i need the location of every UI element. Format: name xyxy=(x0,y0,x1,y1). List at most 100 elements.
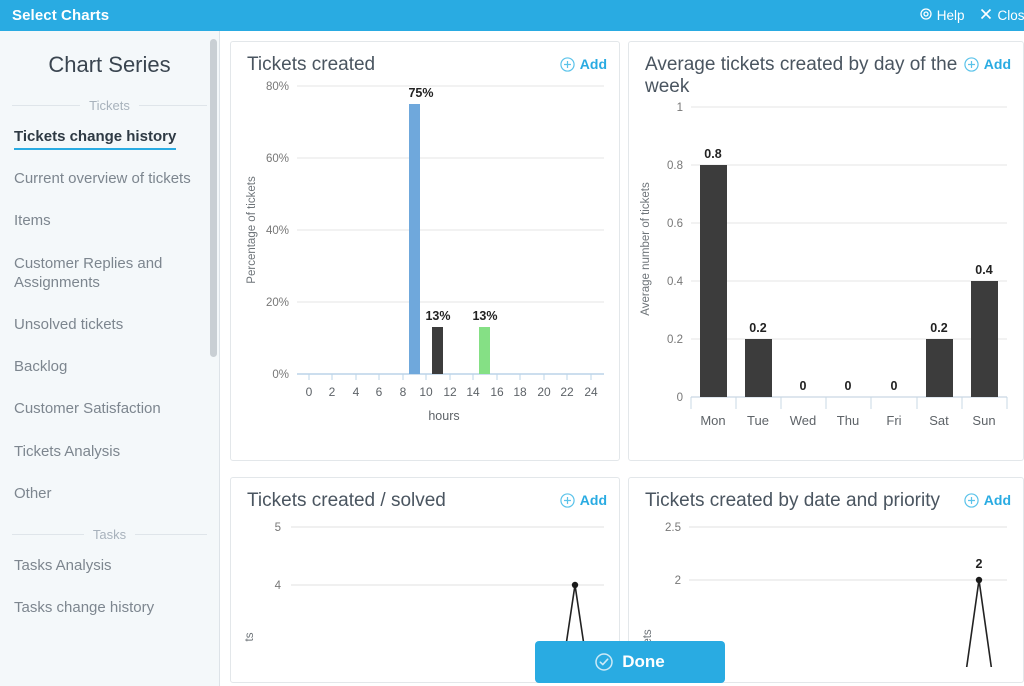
close-button[interactable]: Close xyxy=(980,8,1024,23)
svg-text:40%: 40% xyxy=(266,225,289,237)
add-chart-button[interactable]: Add xyxy=(560,490,607,508)
charts-grid: Tickets created Add 80% 60% 40% 20% 0% P… xyxy=(220,31,1024,683)
card-title: Tickets created xyxy=(247,54,376,75)
gridlines xyxy=(297,85,604,303)
sidebar-item-customer-satisfaction[interactable]: Customer Satisfaction xyxy=(0,399,219,418)
add-chart-label: Add xyxy=(579,56,607,72)
add-chart-label: Add xyxy=(579,492,607,508)
svg-text:0: 0 xyxy=(677,392,683,404)
page-title: Select Charts xyxy=(12,7,110,24)
sidebar-item-label: Current overview of tickets xyxy=(14,170,191,188)
sidebar-item-tasks-analysis[interactable]: Tasks Analysis xyxy=(0,556,219,575)
svg-text:0.4: 0.4 xyxy=(975,263,992,277)
bar-chart-svg: 80% 60% 40% 20% 0% Percentage of tickets xyxy=(246,81,604,423)
x-tick-labels: 0 2 4 6 8 10 12 14 16 18 20 22 24 xyxy=(306,385,598,399)
svg-text:0.8: 0.8 xyxy=(704,147,721,161)
sidebar-item-backlog[interactable]: Backlog xyxy=(0,357,219,376)
data-point-label: 2 xyxy=(976,557,983,571)
y-axis-label: Average number of tickets xyxy=(640,182,652,316)
bar-hour-11[interactable] xyxy=(432,327,443,375)
plus-circle-icon xyxy=(964,492,979,508)
svg-text:6: 6 xyxy=(376,385,383,399)
sidebar-item-items[interactable]: Items xyxy=(0,211,219,230)
sidebar-item-tasks-change-history[interactable]: Tasks change history xyxy=(0,598,219,617)
svg-text:1: 1 xyxy=(677,102,683,114)
titlebar-actions: Help Close xyxy=(920,0,1024,31)
plus-circle-icon xyxy=(560,492,575,508)
add-chart-button[interactable]: Add xyxy=(964,490,1011,508)
sidebar-item-label: Other xyxy=(14,484,52,502)
svg-text:22: 22 xyxy=(560,385,574,399)
sidebar-item-customer-replies-and-assignments[interactable]: Customer Replies and Assignments xyxy=(0,254,219,292)
sidebar: Chart Series Tickets Tickets change hist… xyxy=(0,31,220,686)
sidebar-item-tickets-analysis[interactable]: Tickets Analysis xyxy=(0,442,219,461)
sidebar-scrollbar-thumb[interactable] xyxy=(210,39,217,357)
y-tick-labels: 80% 60% 40% 20% 0% xyxy=(266,81,289,381)
bar-sat[interactable] xyxy=(926,338,953,397)
svg-text:4: 4 xyxy=(353,385,360,399)
sidebar-group-header-tasks: Tasks xyxy=(0,527,219,542)
add-chart-button[interactable]: Add xyxy=(560,54,607,72)
y-axis-label-clipped: ts xyxy=(244,633,256,642)
svg-text:Mon: Mon xyxy=(700,413,725,428)
sidebar-item-label: Customer Replies and Assignments xyxy=(14,254,163,291)
divider-line-left xyxy=(12,105,81,106)
life-ring-icon xyxy=(920,8,932,23)
bar-hour-9[interactable] xyxy=(409,104,420,375)
sidebar-title: Chart Series xyxy=(48,52,171,77)
svg-text:10: 10 xyxy=(419,385,433,399)
chart-card-tickets-created[interactable]: Tickets created Add 80% 60% 40% 20% 0% P… xyxy=(230,41,620,461)
divider-line-right xyxy=(138,105,208,106)
bar-sun[interactable] xyxy=(971,280,998,397)
bar-hour-15[interactable] xyxy=(479,327,490,375)
svg-text:0: 0 xyxy=(306,385,313,399)
svg-text:0.2: 0.2 xyxy=(749,321,766,335)
gridlines xyxy=(689,526,1007,581)
chart-plot-average-tickets-by-day: 1 0.8 0.6 0.4 0.2 0 Average number of ti… xyxy=(629,99,1023,449)
sidebar-item-label: Customer Satisfaction xyxy=(14,400,161,418)
svg-text:14: 14 xyxy=(466,385,480,399)
plus-circle-icon xyxy=(964,56,979,72)
data-point-marker[interactable] xyxy=(571,582,579,589)
sidebar-item-other[interactable]: Other xyxy=(0,484,219,503)
sidebar-item-label: Unsolved tickets xyxy=(14,315,124,333)
sidebar-item-current-overview-of-tickets[interactable]: Current overview of tickets xyxy=(0,169,219,188)
help-button[interactable]: Help xyxy=(920,8,964,23)
card-header: Average tickets created by day of the we… xyxy=(629,42,1023,99)
sidebar-item-label: Tickets Analysis xyxy=(14,442,121,460)
sidebar-group-label: Tickets xyxy=(89,98,130,113)
svg-text:80%: 80% xyxy=(266,81,289,93)
svg-text:0.2: 0.2 xyxy=(930,321,947,335)
svg-text:4: 4 xyxy=(275,580,282,592)
add-chart-label: Add xyxy=(983,492,1011,508)
svg-text:5: 5 xyxy=(275,522,281,534)
svg-text:0: 0 xyxy=(800,379,807,393)
done-button[interactable]: Done xyxy=(535,641,725,683)
chart-plot-tickets-created: 80% 60% 40% 20% 0% Percentage of tickets xyxy=(231,76,619,448)
bar-tue[interactable] xyxy=(745,338,772,397)
svg-text:Sun: Sun xyxy=(972,413,995,428)
x-axis-label: hours xyxy=(428,409,459,423)
data-point-marker[interactable] xyxy=(975,577,983,584)
plus-circle-icon xyxy=(560,56,575,72)
y-tick-labels: 1 0.8 0.6 0.4 0.2 0 xyxy=(667,102,684,404)
sidebar-scrollbar[interactable] xyxy=(210,31,217,686)
gridlines xyxy=(691,106,1007,340)
add-chart-button[interactable]: Add xyxy=(964,54,1011,72)
svg-text:60%: 60% xyxy=(266,153,289,165)
svg-text:20%: 20% xyxy=(266,297,289,309)
card-title: Tickets created by date and priority xyxy=(645,490,940,511)
series-line-tickets[interactable] xyxy=(689,580,1007,668)
chart-card-average-tickets-by-day[interactable]: Average tickets created by day of the we… xyxy=(628,41,1024,461)
svg-text:20: 20 xyxy=(537,385,551,399)
category-tick-marks xyxy=(690,396,1008,409)
sidebar-item-label: Tickets change history xyxy=(14,128,177,150)
svg-text:18: 18 xyxy=(513,385,527,399)
sidebar-item-label: Backlog xyxy=(14,358,68,376)
sidebar-item-label: Tasks change history xyxy=(14,599,155,617)
sidebar-item-unsolved-tickets[interactable]: Unsolved tickets xyxy=(0,315,219,334)
bar-mon[interactable] xyxy=(700,164,727,397)
sidebar-item-tickets-change-history[interactable]: Tickets change history xyxy=(0,127,219,150)
svg-text:0%: 0% xyxy=(272,369,289,381)
close-x-icon xyxy=(980,8,992,23)
